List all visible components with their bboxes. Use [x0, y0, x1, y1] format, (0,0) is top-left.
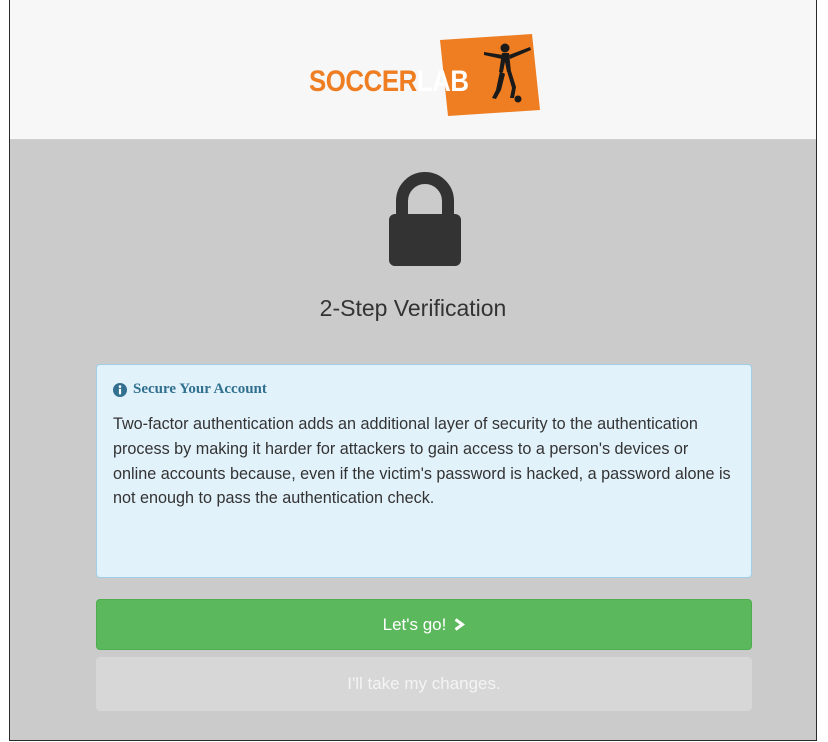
lock-icon: [389, 172, 461, 266]
info-alert: Secure Your Account Two-factor authentic…: [96, 364, 752, 578]
skip-label: I'll take my changes.: [347, 674, 501, 693]
logo-wordmark: SOCCER LAB: [309, 62, 469, 102]
alert-heading-row: Secure Your Account: [113, 381, 735, 398]
skip-button[interactable]: I'll take my changes.: [96, 657, 752, 711]
header: SOCCER LAB: [10, 0, 816, 140]
lets-go-button[interactable]: Let's go!: [96, 599, 752, 650]
lets-go-label: Let's go!: [382, 614, 447, 634]
chevron-right-icon: [454, 618, 466, 631]
verification-window: SOCCER LAB 2-Step Verification Secure You…: [9, 0, 817, 741]
main-content: 2-Step Verification Secure Your Account …: [10, 140, 816, 740]
alert-body-text: Two-factor authentication adds an additi…: [113, 415, 731, 508]
info-circle-icon: [113, 382, 127, 397]
alert-heading: Secure Your Account: [133, 381, 267, 397]
logo-text-lab: LAB: [416, 65, 469, 98]
soccerlab-logo: SOCCER LAB: [306, 32, 542, 118]
page-title: 2-Step Verification: [319, 295, 507, 321]
logo-text-soccer: SOCCER: [309, 65, 417, 98]
